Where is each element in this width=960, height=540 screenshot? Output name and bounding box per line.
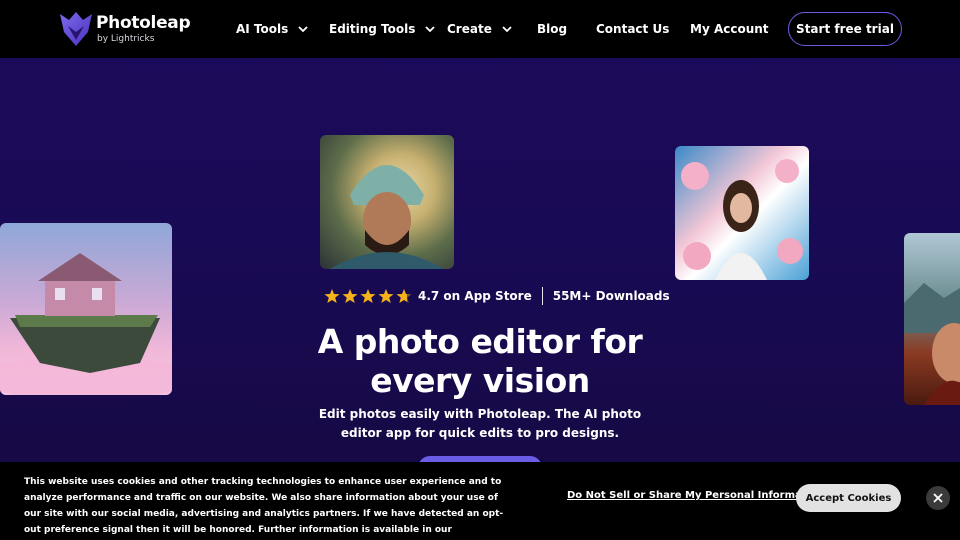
- nav-label: Editing Tools: [329, 22, 416, 36]
- hero-image-floating-house: [0, 223, 172, 395]
- app-store-rating: 4.7 on App Store: [418, 289, 532, 303]
- nav-create[interactable]: Create: [447, 20, 513, 38]
- headline-line-1: A photo editor for: [317, 322, 643, 361]
- close-banner-button[interactable]: [926, 486, 950, 510]
- nav-label: AI Tools: [236, 22, 289, 36]
- logo-name: Photoleap: [96, 13, 191, 33]
- hero-image-portrait: [904, 233, 960, 405]
- site-header: Photoleap by Lightricks AI Tools Editing…: [0, 0, 960, 58]
- hero-headline: A photo editor for every vision: [280, 322, 680, 400]
- star-icon: [360, 289, 376, 303]
- nav-my-account[interactable]: My Account: [690, 20, 769, 38]
- star-half-icon: [396, 289, 412, 303]
- photoleap-logo-icon: [60, 12, 92, 46]
- do-not-sell-link[interactable]: Do Not Sell or Share My Personal Informa…: [567, 490, 824, 501]
- cookie-banner: This website uses cookies and other trac…: [0, 462, 960, 540]
- hero-subtext: Edit photos easily with Photoleap. The A…: [318, 407, 642, 440]
- nav-label: Contact Us: [596, 22, 670, 36]
- nav-blog[interactable]: Blog: [537, 20, 567, 38]
- app-rating: 4.7 on App Store 55M+ Downloads: [324, 287, 670, 305]
- nav-contact-us[interactable]: Contact Us: [596, 20, 669, 38]
- divider: [541, 287, 543, 305]
- portrait-illustration: [904, 283, 960, 405]
- headline-line-2: every vision: [370, 361, 590, 400]
- download-count: 55M+ Downloads: [552, 289, 670, 303]
- nav-label: Create: [447, 22, 492, 36]
- woman-flowers-illustration: [681, 159, 803, 280]
- close-icon: [933, 493, 943, 503]
- floating-house-illustration: [0, 253, 172, 395]
- accept-cookies-button[interactable]: Accept Cookies: [796, 484, 901, 512]
- chevron-down-icon: [425, 26, 436, 33]
- start-free-trial-button[interactable]: Start free trial: [788, 12, 902, 46]
- warrior-illustration: [330, 165, 444, 269]
- hero-image-warrior: [320, 135, 454, 269]
- star-icon: [342, 289, 358, 303]
- star-icon: [378, 289, 394, 303]
- star-icon: [324, 289, 340, 303]
- nav-label: My Account: [690, 22, 769, 36]
- nav-label: Blog: [537, 22, 568, 36]
- hero-image-woman-flowers: [675, 146, 809, 280]
- logo[interactable]: Photoleap by Lightricks: [58, 10, 191, 50]
- chevron-down-icon: [298, 26, 308, 33]
- logo-subtitle: by Lightricks: [97, 34, 155, 44]
- nav-editing-tools[interactable]: Editing Tools: [329, 20, 436, 38]
- cookie-notice-text: This website uses cookies and other trac…: [24, 477, 504, 535]
- nav-ai-tools[interactable]: AI Tools: [236, 20, 309, 38]
- chevron-down-icon: [502, 26, 512, 33]
